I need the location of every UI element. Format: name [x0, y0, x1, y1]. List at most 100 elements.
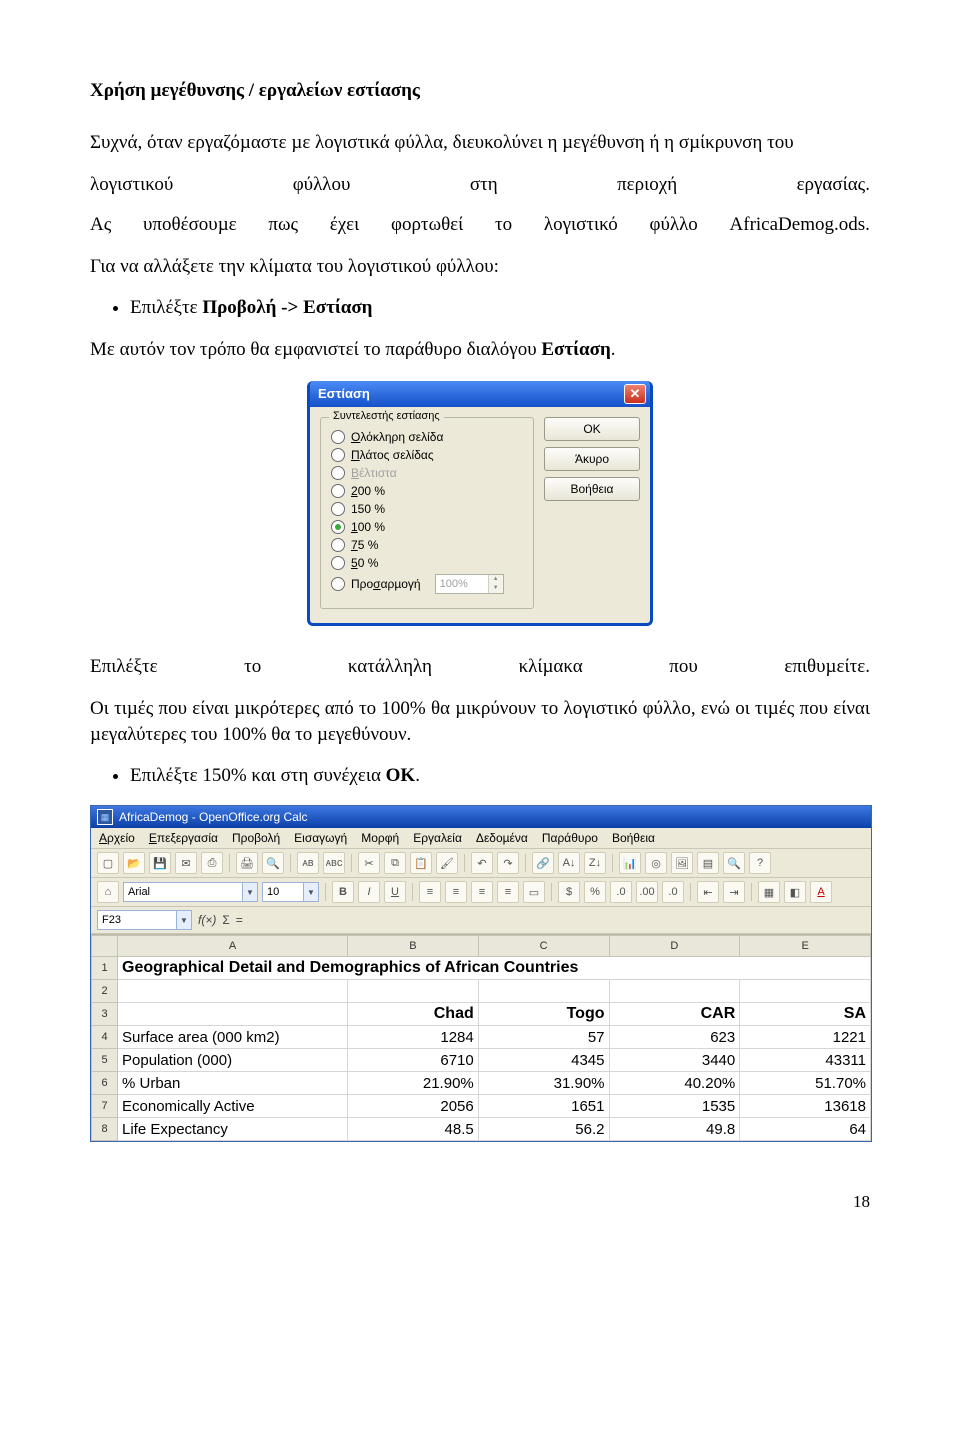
currency-icon[interactable]: $ [558, 881, 580, 903]
cell[interactable]: CAR [609, 1003, 740, 1026]
gallery-icon[interactable]: 🖼 [671, 852, 693, 874]
cell[interactable]: 2056 [348, 1095, 479, 1118]
row-header[interactable]: 6 [92, 1072, 118, 1095]
cell[interactable] [118, 1003, 348, 1026]
col-header[interactable]: A [118, 936, 348, 957]
row-header[interactable]: 3 [92, 1003, 118, 1026]
menu-data[interactable]: Δεδοµένα [476, 831, 528, 845]
menu-insert[interactable]: Εισαγωγή [294, 831, 347, 845]
spell-icon[interactable]: ᴀʙ [297, 852, 319, 874]
dec-inc-icon[interactable]: .00 [636, 881, 658, 903]
cell[interactable]: 623 [609, 1026, 740, 1049]
link-icon[interactable]: 🔗 [532, 852, 554, 874]
new-icon[interactable]: ▢ [97, 852, 119, 874]
menu-format[interactable]: Μορφή [361, 831, 399, 845]
cell[interactable]: 1221 [740, 1026, 871, 1049]
align-right-icon[interactable]: ≡ [471, 881, 493, 903]
size-combo[interactable]: ▼ [262, 882, 319, 902]
autospell-icon[interactable]: ᴀʙᴄ [323, 852, 345, 874]
save-icon[interactable]: 💾 [149, 852, 171, 874]
menu-help[interactable]: Βοήθεια [612, 831, 655, 845]
cell[interactable]: 13618 [740, 1095, 871, 1118]
cell[interactable] [478, 980, 609, 1003]
radio-page-width[interactable]: Πλάτος σελίδας [331, 448, 523, 462]
menu-view[interactable]: Προβολή [232, 831, 280, 845]
radio-50[interactable]: 50 % [331, 556, 523, 570]
cell[interactable]: 48.5 [348, 1118, 479, 1141]
dialog-titlebar[interactable]: Εστίαση ✕ [310, 381, 650, 407]
print-icon[interactable]: 🖨 [236, 852, 258, 874]
cell[interactable]: 4345 [478, 1049, 609, 1072]
row-header[interactable]: 4 [92, 1026, 118, 1049]
font-combo[interactable]: ▼ [123, 882, 258, 902]
col-header[interactable]: C [478, 936, 609, 957]
spinner-down-icon[interactable]: ▼ [489, 584, 503, 593]
row-header[interactable]: 2 [92, 980, 118, 1003]
percent-icon[interactable]: % [584, 881, 606, 903]
help-icon[interactable]: ? [749, 852, 771, 874]
cell[interactable] [740, 980, 871, 1003]
redo-icon[interactable]: ↷ [497, 852, 519, 874]
chevron-down-icon[interactable]: ▼ [303, 883, 318, 901]
close-icon[interactable]: ✕ [624, 384, 646, 404]
styles-icon[interactable]: ⌂ [97, 881, 119, 903]
cell[interactable] [118, 980, 348, 1003]
preview-icon[interactable]: 🔍 [262, 852, 284, 874]
col-header[interactable]: E [740, 936, 871, 957]
cancel-button[interactable]: Άκυρο [544, 447, 640, 471]
cell[interactable]: 40.20% [609, 1072, 740, 1095]
number-icon[interactable]: .0 [610, 881, 632, 903]
spreadsheet[interactable]: A B C D E 1 Geographical Detail and Demo… [91, 934, 871, 1141]
radio-150[interactable]: 150 % [331, 502, 523, 516]
chevron-down-icon[interactable]: ▼ [242, 883, 257, 901]
radio-whole-page[interactable]: Ολόκληρη σελίδα [331, 430, 523, 444]
cell[interactable]: Togo [478, 1003, 609, 1026]
dec-dec-icon[interactable]: .0 [662, 881, 684, 903]
font-input[interactable] [124, 884, 242, 900]
cell[interactable]: SA [740, 1003, 871, 1026]
radio-100[interactable]: 100 % [331, 520, 523, 534]
pdf-icon[interactable]: ⎙ [201, 852, 223, 874]
cell[interactable]: % Urban [118, 1072, 348, 1095]
row-header[interactable]: 5 [92, 1049, 118, 1072]
align-left-icon[interactable]: ≡ [419, 881, 441, 903]
cell[interactable]: 3440 [609, 1049, 740, 1072]
cell[interactable]: 51.70% [740, 1072, 871, 1095]
cell[interactable]: Chad [348, 1003, 479, 1026]
menu-tools[interactable]: Εργαλεία [413, 831, 462, 845]
cell[interactable]: Surface area (000 km2) [118, 1026, 348, 1049]
zoom-spin[interactable]: ▲▼ [435, 574, 504, 594]
col-header[interactable]: B [348, 936, 479, 957]
namebox[interactable]: ▼ [97, 910, 192, 930]
menu-edit[interactable]: Επεξεργασία [149, 831, 218, 845]
font-color-icon[interactable]: A [810, 881, 832, 903]
zoom-icon[interactable]: 🔍 [723, 852, 745, 874]
indent-inc-icon[interactable]: ⇥ [723, 881, 745, 903]
sort-asc-icon[interactable]: A↓ [558, 852, 580, 874]
calc-titlebar[interactable]: ▦ AfricaDemog - OpenOffice.org Calc [91, 806, 871, 828]
italic-icon[interactable]: I [358, 881, 380, 903]
align-justify-icon[interactable]: ≡ [497, 881, 519, 903]
cell[interactable]: 1651 [478, 1095, 609, 1118]
sum-icon[interactable]: Σ [222, 913, 229, 927]
fx-icon[interactable]: f(×) [198, 913, 216, 927]
cell[interactable]: 21.90% [348, 1072, 479, 1095]
size-input[interactable] [263, 884, 303, 900]
cell[interactable]: 49.8 [609, 1118, 740, 1141]
spinner-up-icon[interactable]: ▲ [489, 575, 503, 584]
cell[interactable]: 31.90% [478, 1072, 609, 1095]
menu-file[interactable]: Αρχείο [99, 831, 135, 845]
bold-icon[interactable]: B [332, 881, 354, 903]
cell[interactable]: 1284 [348, 1026, 479, 1049]
radio-75[interactable]: 75 % [331, 538, 523, 552]
align-center-icon[interactable]: ≡ [445, 881, 467, 903]
navigator-icon[interactable]: ◎ [645, 852, 667, 874]
cell[interactable] [609, 980, 740, 1003]
indent-dec-icon[interactable]: ⇤ [697, 881, 719, 903]
merge-icon[interactable]: ▭ [523, 881, 545, 903]
radio-custom[interactable]: Προσαρµογή ▲▼ [331, 574, 523, 594]
cell[interactable]: 1535 [609, 1095, 740, 1118]
border-icon[interactable]: ▦ [758, 881, 780, 903]
namebox-input[interactable] [98, 912, 176, 928]
brush-icon[interactable]: 🖌 [436, 852, 458, 874]
